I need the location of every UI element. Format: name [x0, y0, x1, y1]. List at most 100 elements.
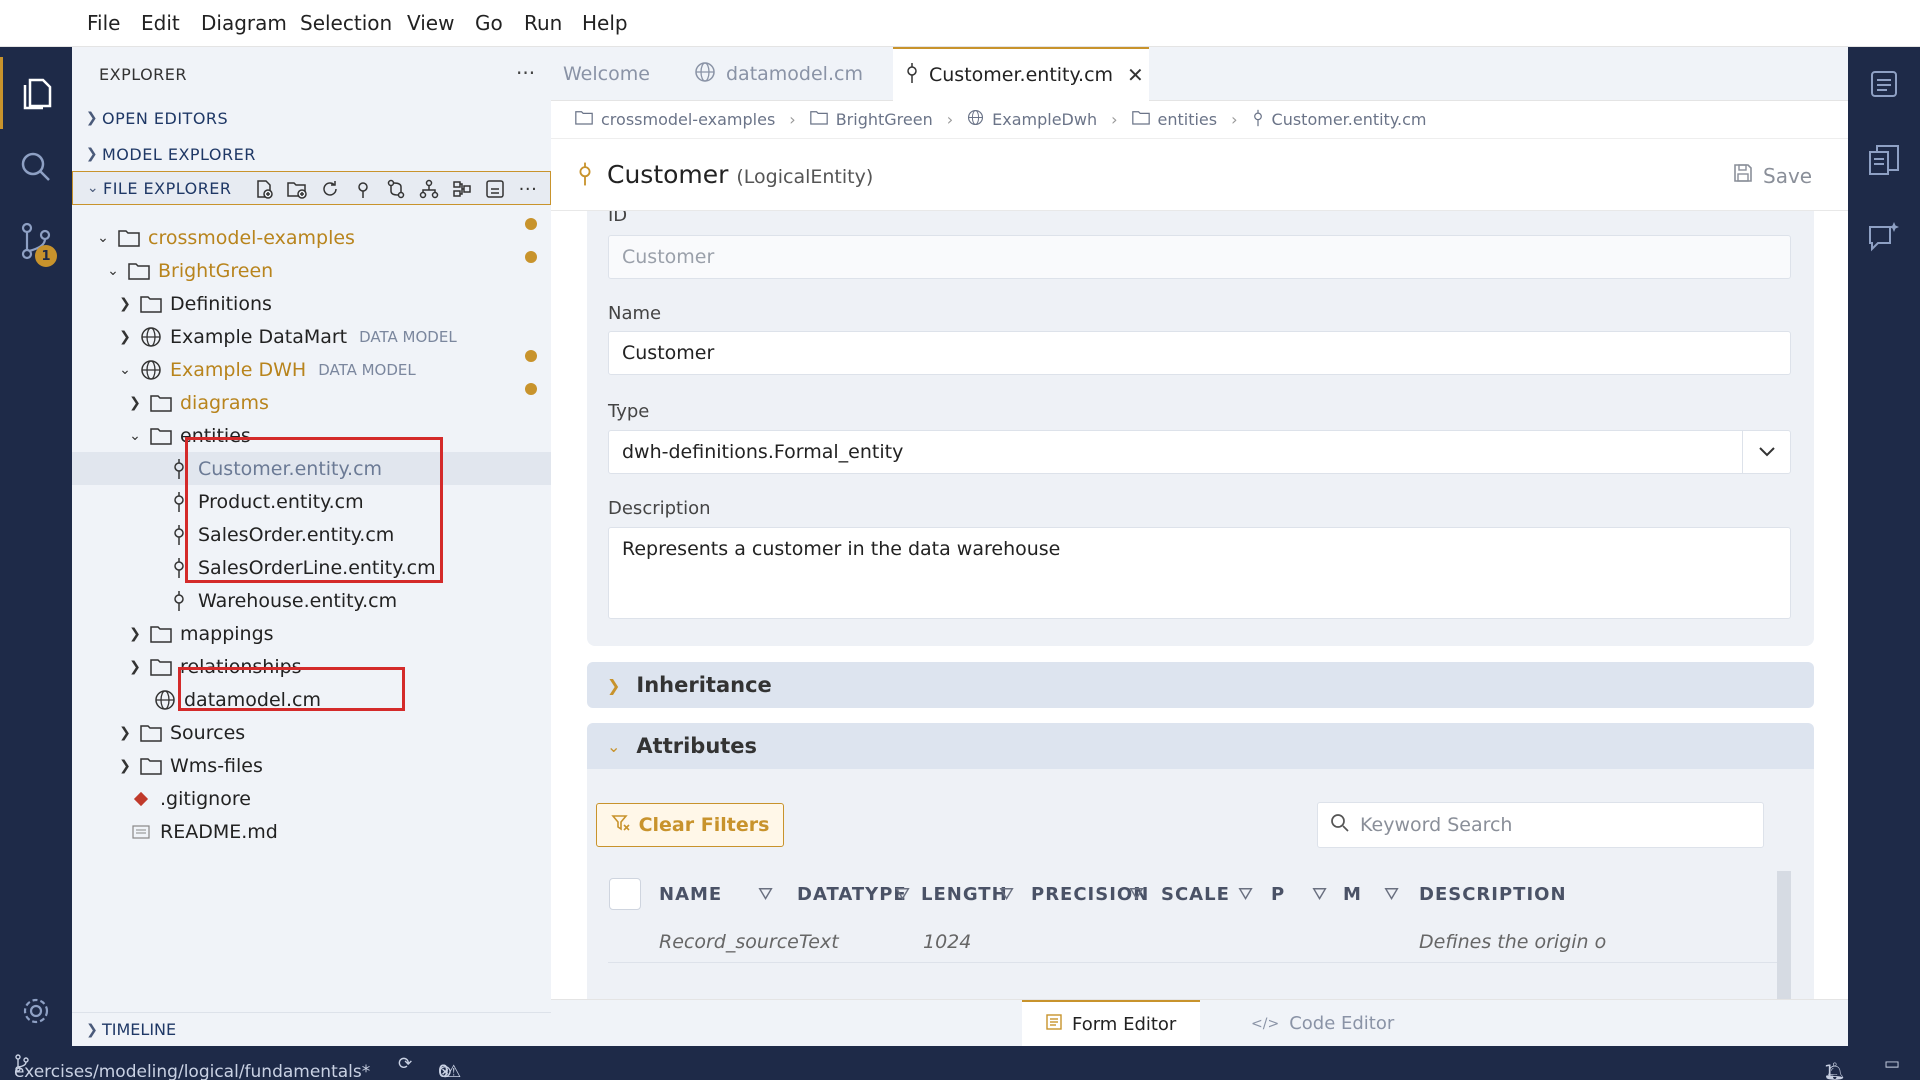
- save-button[interactable]: Save: [1733, 163, 1812, 188]
- layout-icon[interactable]: ▭: [1884, 1054, 1900, 1074]
- refresh-icon[interactable]: [319, 178, 341, 200]
- breadcrumb-item[interactable]: BrightGreen: [836, 110, 933, 129]
- table-scrollbar[interactable]: [1777, 871, 1791, 999]
- menu-file[interactable]: File: [87, 11, 120, 35]
- tab-code-editor[interactable]: </> Code Editor: [1227, 1000, 1418, 1047]
- properties-icon: [1869, 145, 1899, 175]
- description-label: Description: [608, 498, 711, 519]
- breadcrumb-item[interactable]: crossmodel-examples: [601, 110, 775, 129]
- menu-selection[interactable]: Selection: [300, 11, 392, 35]
- filter-icon[interactable]: ⛛: [1238, 884, 1254, 905]
- menu-run[interactable]: Run: [524, 11, 562, 35]
- entities-highlight-box: [185, 437, 443, 583]
- tree-item-sources[interactable]: ❯ Sources: [72, 716, 551, 749]
- column-header[interactable]: P: [1271, 884, 1285, 905]
- tree-item-diagrams[interactable]: ❯ diagrams: [72, 386, 551, 419]
- menu-edit[interactable]: Edit: [141, 11, 180, 35]
- source-control-activity[interactable]: [0, 205, 72, 277]
- entity-kind: (LogicalEntity): [736, 166, 874, 188]
- tab-welcome[interactable]: Welcome: [551, 47, 681, 101]
- tree-item-brightgreen[interactable]: ⌄ BrightGreen: [72, 254, 551, 287]
- menu-go[interactable]: Go: [475, 11, 503, 35]
- datamodel-highlight-box: [178, 667, 405, 711]
- section-timeline[interactable]: ❯ TIMELINE: [72, 1012, 551, 1046]
- more-actions-icon[interactable]: ···: [517, 178, 539, 200]
- type-dropdown-button[interactable]: [1742, 431, 1790, 473]
- tree-item-example-datamart[interactable]: ❯ Example DataMart DATA MODEL: [72, 320, 551, 353]
- folder-icon: [575, 110, 593, 129]
- menu-view[interactable]: View: [407, 11, 454, 35]
- keyword-search-input[interactable]: Keyword Search: [1317, 802, 1764, 848]
- close-icon[interactable]: ✕: [1127, 63, 1144, 87]
- explorer-activity[interactable]: [0, 57, 72, 129]
- folder-icon: [118, 227, 140, 249]
- filter-icon[interactable]: ⛛: [999, 884, 1015, 905]
- chat-activity[interactable]: [1848, 207, 1920, 267]
- globe-icon: [140, 326, 162, 348]
- clear-filters-button[interactable]: Clear Filters: [596, 803, 784, 847]
- branch-indicator[interactable]: exercises/modeling/logical/fundamentals*: [14, 1054, 370, 1080]
- outline-activity[interactable]: [1848, 54, 1920, 114]
- entity-icon: [905, 62, 919, 89]
- filter-icon[interactable]: ⛛: [1129, 884, 1145, 905]
- section-file-explorer[interactable]: ⌄ FILE EXPLORER ···: [72, 171, 551, 205]
- folder-icon: [128, 260, 150, 282]
- more-actions-icon[interactable]: ···: [516, 61, 535, 85]
- tree-item-gitignore[interactable]: .gitignore: [72, 782, 551, 815]
- collapse-all-icon[interactable]: [484, 178, 506, 200]
- new-mapping-icon[interactable]: [451, 178, 473, 200]
- new-entity-icon[interactable]: [352, 178, 374, 200]
- tree-item-warehouse-entity[interactable]: Warehouse.entity.cm: [72, 584, 551, 617]
- attributes-accordion[interactable]: ⌄ Attributes: [587, 723, 1814, 769]
- chat-sparkle-icon: [1869, 222, 1899, 252]
- activity-bar: 1: [0, 47, 72, 1046]
- tab-datamodel[interactable]: datamodel.cm: [682, 47, 892, 101]
- description-field[interactable]: Represents a customer in the data wareho…: [608, 527, 1791, 619]
- column-header[interactable]: NAME: [659, 884, 722, 905]
- select-all-checkbox[interactable]: [609, 878, 641, 910]
- type-select[interactable]: dwh-definitions.Formal_entity: [608, 430, 1791, 474]
- new-diagram-icon[interactable]: [418, 178, 440, 200]
- column-header[interactable]: SCALE: [1161, 884, 1230, 905]
- column-header[interactable]: LENGTH: [921, 884, 1008, 905]
- breadcrumb-item[interactable]: ExampleDwh: [992, 110, 1097, 129]
- chevron-right-icon: ❯: [119, 328, 131, 345]
- properties-activity[interactable]: [1848, 130, 1920, 190]
- table-row[interactable]: Record_source Text 1024 Defines the orig…: [608, 921, 1788, 963]
- filter-icon[interactable]: ⛛: [895, 884, 911, 905]
- inheritance-accordion[interactable]: ❯ Inheritance: [587, 662, 1814, 708]
- tree-item-readme[interactable]: README.md: [72, 815, 551, 848]
- tree-item-definitions[interactable]: ❯ Definitions: [72, 287, 551, 320]
- tab-form-editor[interactable]: Form Editor: [1022, 1000, 1201, 1047]
- filter-icon[interactable]: ⛛: [758, 884, 774, 905]
- id-label: ID: [608, 211, 628, 226]
- settings-activity[interactable]: [0, 975, 72, 1047]
- filter-icon[interactable]: ⛛: [1384, 884, 1400, 905]
- save-icon: [1733, 163, 1753, 188]
- column-header[interactable]: M: [1343, 884, 1362, 905]
- search-activity[interactable]: [0, 131, 72, 203]
- section-model-explorer[interactable]: ❯ MODEL EXPLORER: [72, 137, 551, 171]
- menu-diagram[interactable]: Diagram: [201, 11, 287, 35]
- breadcrumb-item[interactable]: Customer.entity.cm: [1272, 110, 1427, 129]
- column-header[interactable]: DESCRIPTION: [1419, 884, 1567, 905]
- new-relationship-icon[interactable]: [385, 178, 407, 200]
- section-open-editors[interactable]: ❯ OPEN EDITORS: [72, 101, 551, 135]
- sync-icon[interactable]: ⟳: [398, 1054, 412, 1074]
- outline-icon: [1871, 71, 1897, 97]
- new-folder-icon[interactable]: [286, 178, 308, 200]
- column-header[interactable]: DATATYPE: [797, 884, 907, 905]
- tree-item-mappings[interactable]: ❯ mappings: [72, 617, 551, 650]
- code-icon: </>: [1251, 1015, 1280, 1032]
- entity-header: Customer (LogicalEntity) Save: [551, 139, 1848, 211]
- tree-item-example-dwh[interactable]: ⌄ Example DWH DATA MODEL: [72, 353, 551, 386]
- name-field[interactable]: Customer: [608, 331, 1791, 375]
- new-file-icon[interactable]: [253, 178, 275, 200]
- tree-item-wms-files[interactable]: ❯ Wms-files: [72, 749, 551, 782]
- filter-icon[interactable]: ⛛: [1312, 884, 1328, 905]
- menu-help[interactable]: Help: [582, 11, 628, 35]
- tab-customer-entity[interactable]: Customer.entity.cm ✕: [893, 47, 1149, 101]
- chevron-right-icon: ❯: [85, 146, 99, 162]
- breadcrumb-item[interactable]: entities: [1158, 110, 1218, 129]
- tree-item-crossmodel-examples[interactable]: ⌄ crossmodel-examples: [72, 221, 551, 254]
